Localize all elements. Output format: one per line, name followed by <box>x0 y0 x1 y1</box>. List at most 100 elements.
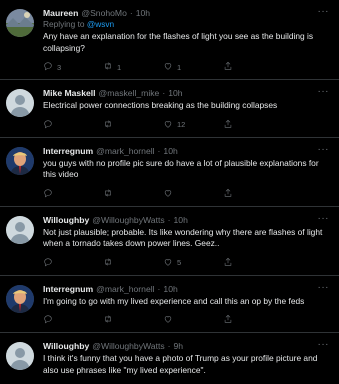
retweet-icon <box>103 188 113 200</box>
user-handle[interactable]: @mark_hornell <box>96 284 154 295</box>
reply-button[interactable] <box>43 314 103 326</box>
reply-button[interactable] <box>43 257 103 269</box>
tweet-text: Any have an explanation for the flashes … <box>43 31 314 53</box>
tweet-header: Interregnum @mark_hornell · 10h <box>43 146 329 157</box>
display-name[interactable]: Mike Maskell <box>43 88 96 99</box>
tweet[interactable]: ··· Interregnum @mark_hornell · 10h I'm going… <box>0 276 339 333</box>
avatar[interactable] <box>6 146 34 175</box>
more-icon[interactable]: ··· <box>318 213 330 224</box>
like-button[interactable] <box>163 188 223 200</box>
tweet-text: I'm going to go with my lived experience… <box>43 295 305 306</box>
separator-dot: · <box>162 88 166 98</box>
tweet[interactable]: ··· Maureen @SnohoMo · 10h Replying to @wsvn A… <box>0 0 339 80</box>
like-icon <box>163 119 173 131</box>
display-name[interactable]: Willoughby <box>43 341 89 352</box>
retweet-icon <box>103 314 113 326</box>
separator-dot: · <box>167 214 171 225</box>
display-name[interactable]: Interregnum <box>43 146 93 157</box>
separator-dot: · <box>157 145 161 156</box>
reply-thread: ··· Maureen @SnohoMo · 10h Replying to @wsvn A… <box>0 0 339 384</box>
retweet-button[interactable] <box>103 257 163 269</box>
avatar[interactable] <box>6 342 34 370</box>
reply-count: 3 <box>57 62 62 72</box>
user-handle[interactable]: @SnohoMo <box>81 8 127 19</box>
timestamp[interactable]: 10h <box>168 88 182 99</box>
display-name[interactable]: Maureen <box>43 8 78 19</box>
tweet-actions <box>43 188 329 200</box>
replying-to-link[interactable]: @wsvn <box>87 19 114 29</box>
share-icon <box>223 314 233 326</box>
reply-button[interactable]: 3 <box>43 61 103 73</box>
reply-icon <box>43 257 53 269</box>
reply-button[interactable] <box>43 188 103 200</box>
more-icon[interactable]: ··· <box>318 282 330 293</box>
like-button[interactable]: 1 <box>163 61 223 73</box>
timestamp[interactable]: 10h <box>163 284 177 295</box>
tweet-actions <box>43 314 329 326</box>
retweet-button[interactable] <box>103 314 163 326</box>
user-handle[interactable]: @mark_hornell <box>96 146 154 157</box>
tweet[interactable]: ··· Willoughby @WilloughbyWatts · 10h Not jus… <box>0 207 339 276</box>
tweet-text: Electrical power connections breaking as… <box>43 100 278 110</box>
share-button[interactable] <box>223 119 233 131</box>
replying-to-label: Replying to <box>43 19 87 29</box>
avatar[interactable] <box>6 9 34 37</box>
avatar[interactable] <box>6 215 34 244</box>
avatar[interactable] <box>6 284 34 313</box>
tweet[interactable]: ··· Mike Maskell @maskell_mike · 10h Electric… <box>0 80 339 138</box>
more-icon[interactable]: ··· <box>318 87 330 97</box>
tweet-header: Mike Maskell @maskell_mike · 10h <box>43 88 329 99</box>
separator-dot: · <box>167 341 171 351</box>
display-name[interactable]: Interregnum <box>43 284 93 295</box>
timestamp[interactable]: 9h <box>174 341 184 352</box>
retweet-button[interactable]: 1 <box>103 61 163 73</box>
timestamp[interactable]: 10h <box>136 8 150 19</box>
retweet-icon <box>103 257 113 269</box>
tweet-text: I think it's funny that you have a photo… <box>43 353 318 375</box>
separator-dot: · <box>129 8 133 18</box>
user-handle[interactable]: @WilloughbyWatts <box>92 215 164 226</box>
like-count: 12 <box>177 120 186 129</box>
share-icon <box>223 257 233 269</box>
tweet[interactable]: ··· Willoughby @WilloughbyWatts · 9h I think … <box>0 333 339 384</box>
retweet-icon <box>103 61 113 73</box>
more-icon[interactable]: ··· <box>318 144 330 155</box>
tweet-header: Willoughby @WilloughbyWatts · 9h <box>43 341 329 352</box>
more-icon[interactable]: ··· <box>318 340 330 350</box>
reply-icon <box>43 188 53 200</box>
tweet-actions: 3 1 1 <box>43 61 329 73</box>
replying-to: Replying to @wsvn <box>43 19 329 30</box>
share-icon <box>223 61 233 73</box>
tweet[interactable]: ··· Interregnum @mark_hornell · 10h you guys … <box>0 138 339 207</box>
share-button[interactable] <box>223 61 233 73</box>
share-icon <box>223 188 233 200</box>
more-icon[interactable]: ··· <box>318 7 330 17</box>
reply-button[interactable] <box>43 119 103 131</box>
share-button[interactable] <box>223 257 233 269</box>
share-button[interactable] <box>223 188 233 200</box>
tweet-actions: 12 <box>43 119 329 131</box>
retweet-button[interactable] <box>103 188 163 200</box>
user-handle[interactable]: @maskell_mike <box>99 88 160 99</box>
user-handle[interactable]: @WilloughbyWatts <box>92 341 164 352</box>
like-button[interactable]: 5 <box>163 257 223 269</box>
separator-dot: · <box>157 283 161 294</box>
reply-icon <box>43 119 53 131</box>
like-icon <box>163 257 173 269</box>
like-icon <box>163 188 173 200</box>
tweet-header: Maureen @SnohoMo · 10h <box>43 8 329 19</box>
share-button[interactable] <box>223 314 233 326</box>
timestamp[interactable]: 10h <box>174 215 188 226</box>
like-button[interactable]: 12 <box>163 119 223 131</box>
reply-icon <box>43 61 53 73</box>
tweet-header: Interregnum @mark_hornell · 10h <box>43 284 329 295</box>
avatar[interactable] <box>6 89 34 117</box>
like-count: 5 <box>177 258 182 267</box>
timestamp[interactable]: 10h <box>163 146 177 157</box>
retweet-button[interactable] <box>103 119 163 131</box>
reply-icon <box>43 314 53 326</box>
tweet-actions: 5 <box>43 257 329 269</box>
like-icon <box>163 61 173 73</box>
like-button[interactable] <box>163 314 223 326</box>
display-name[interactable]: Willoughby <box>43 215 89 226</box>
